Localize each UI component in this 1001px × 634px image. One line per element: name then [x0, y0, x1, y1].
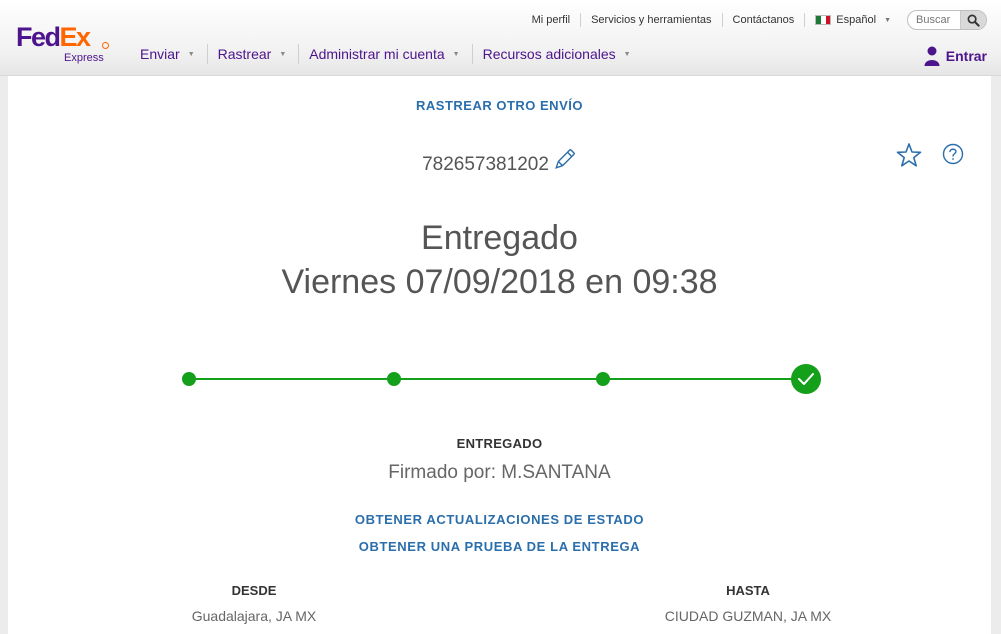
tracking-number-row: 782657381202	[8, 149, 991, 176]
search-input[interactable]	[908, 11, 960, 29]
site-header: FedEx Express Mi perfil Servicios y herr…	[0, 0, 1001, 76]
language-label: Español	[836, 14, 877, 26]
chevron-down-icon: ▼	[623, 50, 631, 58]
services-link[interactable]: Servicios y herramientas	[581, 13, 723, 27]
star-icon[interactable]	[896, 142, 922, 168]
search-box	[907, 10, 987, 30]
tracking-number: 782657381202	[422, 154, 549, 175]
login-button[interactable]: Entrar	[924, 46, 987, 66]
main-nav: Enviar ▼ Rastrear ▼ Administrar mi cuent…	[130, 42, 643, 66]
nav-administrar-cuenta[interactable]: Administrar mi cuenta ▼	[299, 44, 473, 64]
to-label: HASTA	[726, 583, 770, 598]
to-location: CIUDAD GUZMAN, JA MX	[664, 608, 832, 624]
nav-label: Administrar mi cuenta	[309, 46, 445, 62]
nav-label: Recursos adicionales	[482, 46, 616, 62]
get-status-updates-link[interactable]: OBTENER ACTUALIZACIONES DE ESTADO	[8, 512, 991, 527]
nav-label: Rastrear	[217, 46, 272, 62]
chevron-down-icon: ▼	[187, 50, 195, 58]
signed-by: Firmado por: M.SANTANA	[388, 462, 611, 483]
progress-tracker	[182, 364, 821, 394]
from-label: DESDE	[231, 583, 277, 598]
tracking-card: RASTREAR OTRO ENVÍO 782657381202 Entrega…	[8, 76, 991, 634]
search-button[interactable]	[960, 11, 986, 29]
user-icon	[924, 46, 940, 66]
chevron-down-icon: ▼	[452, 50, 460, 58]
fedex-logo[interactable]: FedEx Express	[16, 22, 112, 66]
chevron-down-icon: ▼	[884, 16, 891, 24]
registered-mark	[102, 42, 109, 49]
logo-wordmark: FedEx	[16, 22, 91, 52]
chevron-down-icon: ▼	[279, 50, 287, 58]
progress-step-2	[387, 372, 401, 386]
language-selector[interactable]: Español ▼	[805, 14, 901, 26]
mexico-flag-icon	[815, 15, 832, 25]
status-label: ENTREGADO	[456, 436, 543, 451]
search-icon	[967, 14, 980, 27]
login-label: Entrar	[945, 48, 987, 64]
help-icon[interactable]	[942, 143, 964, 165]
nav-label: Enviar	[140, 46, 180, 62]
nav-enviar[interactable]: Enviar ▼	[130, 44, 208, 64]
track-another-link[interactable]: RASTREAR OTRO ENVÍO	[8, 98, 991, 113]
logo-subtitle: Express	[64, 52, 104, 64]
progress-step-3	[596, 372, 610, 386]
nav-recursos-adicionales[interactable]: Recursos adicionales ▼	[473, 44, 643, 64]
utility-nav: Mi perfil Servicios y herramientas Contá…	[522, 10, 987, 30]
pencil-icon[interactable]	[551, 147, 577, 173]
get-proof-of-delivery-link[interactable]: OBTENER UNA PRUEBA DE LA ENTREGA	[8, 539, 991, 554]
delivery-status-title: Entregado	[421, 219, 578, 257]
progress-step-1	[182, 372, 196, 386]
delivery-date: Viernes 07/09/2018 en 09:38	[281, 263, 718, 301]
progress-step-4	[791, 364, 821, 394]
contact-link[interactable]: Contáctanos	[723, 13, 806, 27]
from-location: Guadalajara, JA MX	[191, 608, 317, 624]
nav-rastrear[interactable]: Rastrear ▼	[208, 44, 300, 64]
profile-link[interactable]: Mi perfil	[522, 13, 582, 27]
